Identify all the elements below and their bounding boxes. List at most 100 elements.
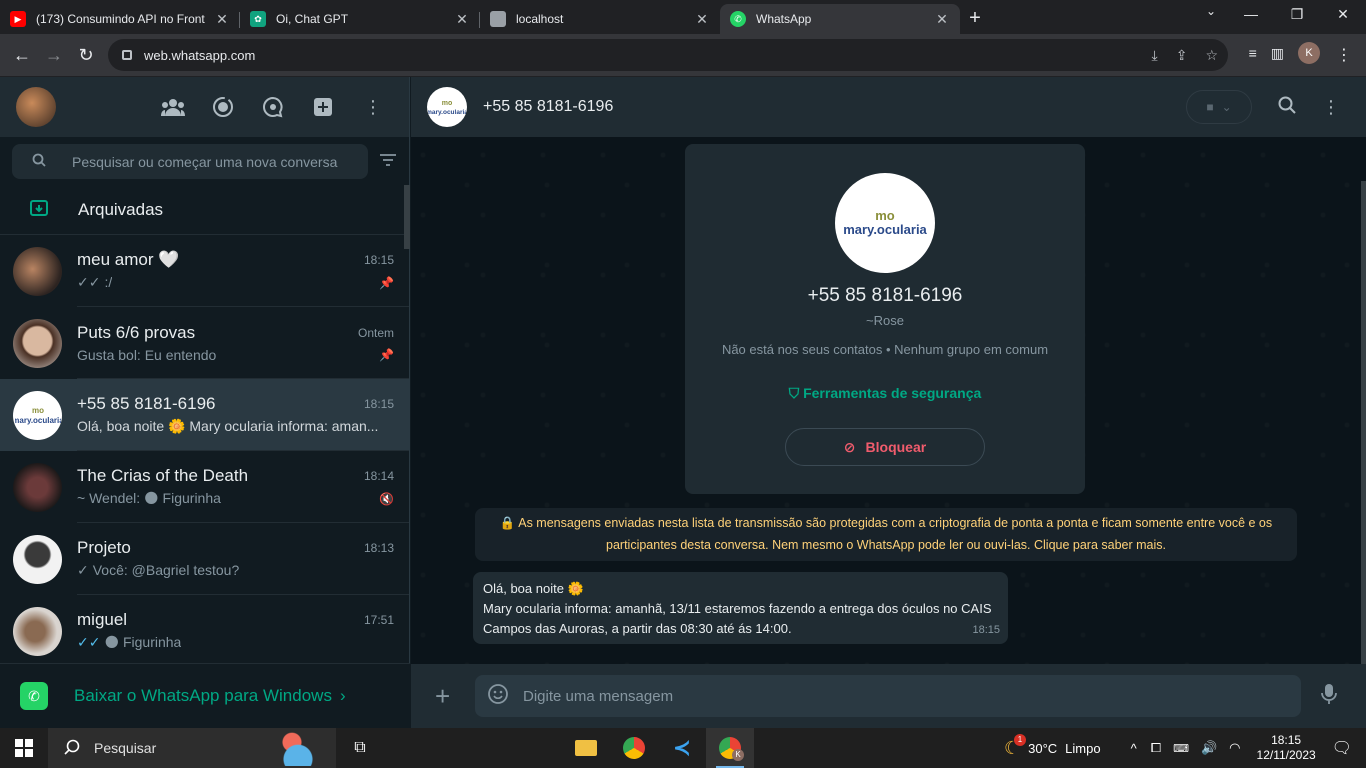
chat-last-message: Você: @Bagriel testou? xyxy=(92,562,240,578)
wifi-icon[interactable]: ◠ xyxy=(1229,740,1240,756)
bookmark-star-icon[interactable]: ☆ xyxy=(1205,47,1218,64)
message-scrollbar[interactable] xyxy=(1361,181,1366,664)
forward-arrow-icon[interactable]: → xyxy=(38,45,70,66)
tab-title: WhatsApp xyxy=(756,12,812,26)
close-tab-icon[interactable]: ✕ xyxy=(214,11,230,28)
restore-icon[interactable]: ❐ xyxy=(1274,0,1320,30)
security-tools-link[interactable]: ⛉ Ferramentas de segurança xyxy=(685,385,1085,402)
incoming-message[interactable]: Olá, boa noite 🌼 Mary ocularia informa: … xyxy=(473,572,1008,644)
chat-list-item-selected[interactable]: momary.ocularia +55 85 8181-6196 18:15 O… xyxy=(0,379,409,451)
camera-icon[interactable]: ⧠ xyxy=(1151,740,1161,756)
weather-widget[interactable]: ☾ 1 30°C Limpo xyxy=(1004,733,1101,759)
notifications-icon[interactable]: 🗨 xyxy=(1332,738,1352,758)
chat-name: meu amor 🤍 xyxy=(77,250,180,269)
close-window-icon[interactable]: ✕ xyxy=(1320,0,1366,30)
chrome-profile-button[interactable]: K xyxy=(706,728,754,768)
chat-name: +55 85 8181-6196 xyxy=(77,394,216,413)
chat-list-item[interactable]: Puts 6/6 provas Ontem Gusta bol: Eu ente… xyxy=(0,307,409,379)
whatsapp-app: ⋮ Pesquisar ou começar uma nova conversa… xyxy=(0,77,1366,728)
channels-icon[interactable] xyxy=(261,95,285,119)
search-input[interactable]: Pesquisar ou começar uma nova conversa xyxy=(12,144,368,179)
whatsapp-icon: ✆ xyxy=(730,11,746,27)
volume-icon[interactable]: 🔊 xyxy=(1201,740,1217,756)
browser-tab-chatgpt[interactable]: ✿ Oi, Chat GPT ✕ xyxy=(240,4,480,34)
file-explorer-button[interactable] xyxy=(562,728,610,768)
vscode-button[interactable]: ≺ xyxy=(658,728,706,768)
clock[interactable]: 18:15 12/11/2023 xyxy=(1257,733,1316,763)
download-windows-banner[interactable]: ✆ Baixar o WhatsApp para Windows › xyxy=(0,663,410,728)
weather-desc: Limpo xyxy=(1065,740,1101,756)
browser-tab-strip: ▶ (173) Consumindo API no Front ✕ ✿ Oi, … xyxy=(0,0,1366,34)
chat-list-item[interactable]: Projeto 18:13 ✓ Você: @Bagriel testou? xyxy=(0,523,409,595)
close-tab-icon[interactable]: ✕ xyxy=(694,11,710,28)
double-check-icon: ✓✓ xyxy=(77,274,101,290)
avatar xyxy=(13,606,62,656)
encryption-notice[interactable]: 🔒 As mensagens enviadas nesta lista de t… xyxy=(475,508,1297,561)
browser-menu-icon[interactable]: ⋮ xyxy=(1336,45,1352,65)
close-tab-icon[interactable]: ✕ xyxy=(454,11,470,28)
contact-avatar[interactable]: mo mary.ocularia xyxy=(427,87,467,127)
communities-icon[interactable] xyxy=(161,95,185,119)
search-row: Pesquisar ou começar uma nova conversa xyxy=(0,137,409,186)
chat-last-message: :/ xyxy=(104,274,113,290)
block-label: Bloquear xyxy=(865,439,927,455)
start-button[interactable] xyxy=(0,728,48,768)
whatsapp-logo-icon: ✆ xyxy=(20,682,48,710)
archived-chats[interactable]: Arquivadas xyxy=(0,186,409,235)
video-call-button[interactable]: ■ ⌄ xyxy=(1186,90,1252,124)
my-avatar[interactable] xyxy=(16,87,56,127)
conversation-header[interactable]: mo mary.ocularia +55 85 8181-6196 ■ ⌄ ⋮ xyxy=(411,77,1366,137)
chat-last-message: Olá, boa noite 🌼 Mary ocularia informa: … xyxy=(77,418,379,434)
chrome-button[interactable] xyxy=(610,728,658,768)
filter-icon[interactable] xyxy=(380,153,396,171)
back-arrow-icon[interactable]: ← xyxy=(6,45,38,66)
media-control-icon[interactable]: ≡ xyxy=(1249,45,1257,61)
install-app-icon[interactable]: ⤓ xyxy=(1152,47,1158,64)
emoji-icon[interactable] xyxy=(487,683,509,709)
tab-search-chevron-icon[interactable]: ⌄ xyxy=(1206,4,1216,18)
chat-list-item[interactable]: meu amor 🤍 18:15 ✓✓:/ 📌 xyxy=(0,235,409,307)
taskbar-search[interactable]: Pesquisar xyxy=(48,728,336,768)
archived-label: Arquivadas xyxy=(78,200,164,219)
block-button[interactable]: ⊘ Bloquear xyxy=(785,428,985,466)
profile-avatar[interactable]: K xyxy=(1298,42,1320,64)
microphone-icon[interactable] xyxy=(1321,683,1337,710)
chat-name: The Crias of the Death xyxy=(77,466,249,485)
svg-text:mo: mo xyxy=(32,406,44,415)
weather-badge: 1 xyxy=(1013,733,1026,746)
chevron-down-icon: ⌄ xyxy=(1221,100,1232,114)
chat-list-scrollbar[interactable] xyxy=(404,185,410,249)
lock-icon[interactable] xyxy=(122,50,132,60)
browser-tab-whatsapp[interactable]: ✆ WhatsApp ✕ xyxy=(720,4,960,34)
archive-icon xyxy=(30,199,48,221)
task-view-button[interactable]: ⧉ xyxy=(336,728,384,768)
new-chat-icon[interactable] xyxy=(311,95,335,119)
browser-tab-youtube[interactable]: ▶ (173) Consumindo API no Front ✕ xyxy=(0,4,240,34)
address-bar[interactable]: web.whatsapp.com ⤓ ⇪ ☆ xyxy=(108,39,1228,71)
close-tab-icon[interactable]: ✕ xyxy=(934,11,950,28)
minimize-icon[interactable]: — xyxy=(1228,0,1274,30)
chevron-up-icon[interactable]: ^ xyxy=(1131,741,1137,756)
browser-tab-localhost[interactable]: localhost ✕ xyxy=(480,4,720,34)
side-panel-icon[interactable]: ▥ xyxy=(1271,45,1284,62)
chat-list-item[interactable]: The Crias of the Death 18:14 ~ Wendel: 🌑… xyxy=(0,451,409,523)
status-icon[interactable] xyxy=(211,95,235,119)
reload-icon[interactable]: ↻ xyxy=(70,45,102,66)
avatar xyxy=(13,318,62,368)
menu-kebab-icon[interactable]: ⋮ xyxy=(361,95,385,119)
new-tab-button[interactable]: + xyxy=(960,4,990,34)
chat-list-item[interactable]: miguel 17:51 ✓✓ 🌑 Figurinha xyxy=(0,595,409,667)
chat-time: 18:15 xyxy=(363,397,394,411)
keyboard-icon[interactable]: ⌨ xyxy=(1173,742,1189,755)
contact-phone: +55 85 8181-6196 xyxy=(807,285,963,306)
share-icon[interactable]: ⇪ xyxy=(1176,47,1188,64)
task-view-icon: ⧉ xyxy=(354,739,366,756)
contact-info-card: mo mary.ocularia +55 85 8181-6196 ~Rose … xyxy=(685,144,1085,494)
avatar xyxy=(13,462,62,512)
search-messages-icon[interactable] xyxy=(1278,96,1296,119)
vscode-icon: ≺ xyxy=(672,735,692,760)
conversation-menu-icon[interactable]: ⋮ xyxy=(1322,97,1340,118)
message-input[interactable]: Digite uma mensagem xyxy=(475,675,1301,717)
attach-plus-icon[interactable]: + xyxy=(435,681,459,712)
video-camera-icon: ■ xyxy=(1206,100,1214,114)
